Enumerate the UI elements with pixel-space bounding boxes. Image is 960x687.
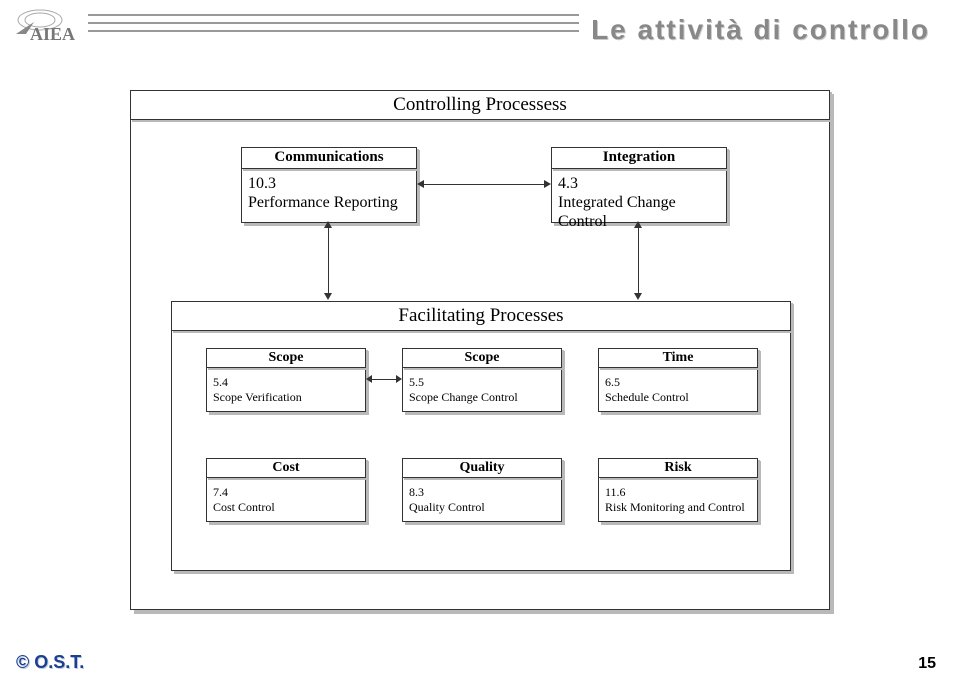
box-text: Scope Verification (213, 390, 302, 404)
box-text: Scope Change Control (409, 390, 518, 404)
box-text: Risk Monitoring and Control (605, 500, 745, 514)
box-integration: Integration 4.3 Integrated Change Contro… (551, 147, 727, 223)
box-num: 7.4 (213, 485, 228, 499)
arrow-down-icon (634, 293, 642, 300)
diagram-outer: Controlling Processess Communications 10… (130, 90, 830, 610)
arrow-right-icon (396, 375, 402, 383)
box-header: Time (598, 348, 758, 368)
box-num: 5.5 (409, 375, 424, 389)
connector-vert-left (328, 227, 329, 295)
arrow-right-icon (544, 180, 551, 188)
box-header: Cost (206, 458, 366, 478)
box-header: Scope (206, 348, 366, 368)
page-number: 15 (918, 655, 936, 673)
svg-text:AIEA: AIEA (30, 24, 75, 44)
box-header: Risk (598, 458, 758, 478)
logo: AIEA (14, 6, 92, 44)
connector-row1 (370, 379, 398, 380)
inner-header: Facilitating Processes (171, 301, 791, 331)
box-num: 5.4 (213, 375, 228, 389)
box-header: Quality (402, 458, 562, 478)
box-scope-change: Scope 5.5 Scope Change Control (402, 348, 562, 412)
box-header: Scope (402, 348, 562, 368)
inner-frame: Facilitating Processes Scope 5.4 Scope V… (171, 301, 791, 571)
box-num: 6.5 (605, 375, 620, 389)
arrow-up-icon (634, 221, 642, 228)
box-header: Integration (551, 147, 727, 169)
box-header: Communications (241, 147, 417, 169)
arrow-left-icon (417, 180, 424, 188)
arrow-left-icon (366, 375, 372, 383)
box-communications: Communications 10.3 Performance Reportin… (241, 147, 417, 223)
box-text: Cost Control (213, 500, 275, 514)
box-risk: Risk 11.6 Risk Monitoring and Control (598, 458, 758, 522)
box-text: Performance Reporting (248, 194, 398, 211)
box-quality: Quality 8.3 Quality Control (402, 458, 562, 522)
box-num: 11.6 (605, 485, 626, 499)
box-num: 4.3 (558, 175, 578, 192)
box-text: Quality Control (409, 500, 485, 514)
arrow-down-icon (324, 293, 332, 300)
connector-horiz (421, 184, 547, 185)
outer-header: Controlling Processess (130, 90, 830, 120)
box-num: 8.3 (409, 485, 424, 499)
copyright: © O.S.T. (16, 652, 84, 673)
box-text: Schedule Control (605, 390, 689, 404)
box-text: Integrated Change Control (558, 194, 676, 230)
connector-vert-right (638, 227, 639, 295)
box-time: Time 6.5 Schedule Control (598, 348, 758, 412)
box-scope-verification: Scope 5.4 Scope Verification (206, 348, 366, 412)
page-title: Le attività di controllo (579, 14, 930, 46)
box-cost: Cost 7.4 Cost Control (206, 458, 366, 522)
arrow-up-icon (324, 221, 332, 228)
box-num: 10.3 (248, 175, 276, 192)
